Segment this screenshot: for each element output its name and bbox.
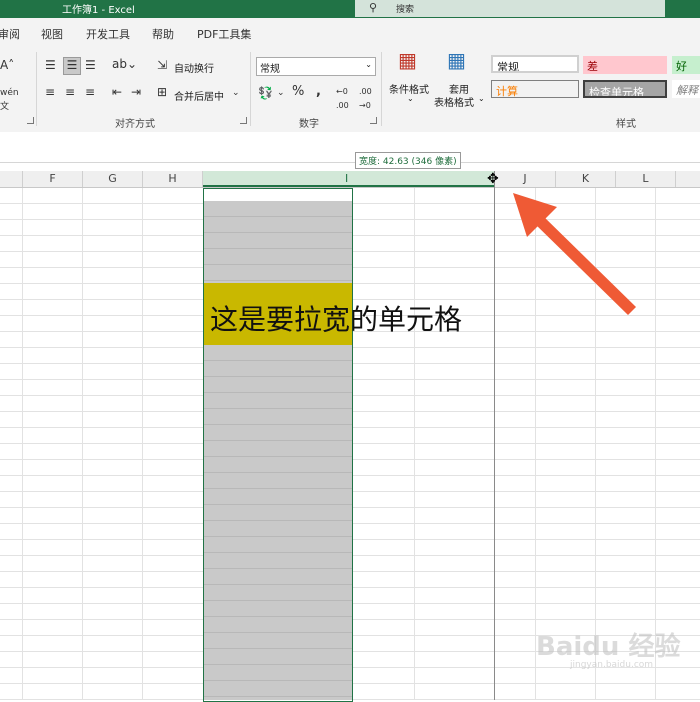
align-right-icon[interactable]: ≡ [85,85,95,99]
gridline [22,188,23,700]
percent-icon[interactable]: % [292,85,304,99]
gridline [535,188,536,700]
tab-developer[interactable]: 开发工具 [86,26,130,42]
cell-style-good[interactable]: 好 [672,56,700,74]
separator [36,52,37,126]
ribbon: A˄ wén 文 ☰ ☰ ☰ ab⌄ ⇲ 自动换行 ≡ ≡ ≡ ⇤ ⇥ ⊞ 合并后… [0,48,700,133]
column-width-tooltip: 宽度: 42.63 (346 像素) [355,152,461,169]
wrap-text-button[interactable]: 自动换行 [174,60,214,75]
chevron-down-icon: ⌄ [365,60,372,69]
wrap-text-icon[interactable]: ⇲ [157,58,167,72]
title-bar: 工作簿1 - Excel ⚲ 搜索 [0,0,700,18]
alignment-launcher-icon[interactable] [240,117,247,124]
resize-cursor-icon: ✥ [487,171,499,187]
baidu-watermark-url: jingyan.baidu.com [570,660,654,670]
number-group-label: 数字 [299,119,319,130]
search-label: 搜索 [396,5,415,15]
cell-style-normal[interactable]: 常规 [491,55,579,73]
search-icon: ⚲ [369,1,378,14]
align-bottom-icon[interactable]: ☰ [85,58,96,72]
chevron-down-icon[interactable]: ⌄ [232,86,240,100]
column-header-i[interactable]: I [203,171,495,187]
cell-style-calculation[interactable]: 计算 [491,80,579,98]
chevron-down-icon: ⌄ [478,94,485,103]
search-box[interactable]: ⚲ 搜索 [355,0,665,17]
merge-center-button[interactable]: 合并后居中 [174,88,224,103]
tab-review[interactable]: 审阅 [0,26,20,42]
separator [381,52,382,126]
chevron-down-icon: ⌄ [407,94,414,103]
font-launcher-icon[interactable] [27,117,34,124]
cell-text: 这是要拉宽的单元格 [210,303,463,336]
alignment-group-label: 对齐方式 [115,119,155,130]
currency-icon[interactable]: 💱 [258,86,273,100]
comma-style-icon[interactable]: , [316,85,321,99]
column-header: F G H I J K L [0,171,700,188]
column-header-f[interactable]: F [23,171,83,187]
phonetic-icon[interactable]: wén 文 [0,86,19,114]
column-header-g[interactable]: G [83,171,143,187]
column-header-k[interactable]: K [556,171,616,187]
orientation-icon[interactable]: ab⌄ [112,57,137,71]
styles-group-label: 样式 [616,119,636,130]
gridline [142,188,143,700]
tab-view[interactable]: 视图 [41,26,63,42]
align-center-icon[interactable]: ≡ [65,85,75,99]
number-format-select[interactable]: 常规 ⌄ [256,57,376,76]
column-header-l[interactable]: L [616,171,676,187]
formula-bar[interactable] [0,132,700,163]
decrease-indent-icon[interactable]: ⇤ [112,85,122,99]
cell-style-explanatory[interactable]: 解释 [672,80,700,98]
decrease-decimal-icon[interactable]: .00 →0 [359,85,372,113]
align-left-icon[interactable]: ≡ [45,85,55,99]
increase-decimal-icon[interactable]: ←0.00 [336,85,349,113]
align-top-icon[interactable]: ☰ [45,58,56,72]
number-format-value: 常规 [260,64,280,75]
chevron-down-icon[interactable]: ⌄ [277,86,285,100]
align-middle-icon[interactable]: ☰ [63,57,81,75]
ribbon-tabs: 审阅 视图 开发工具 帮助 PDF工具集 [0,18,700,48]
table-format-icon: ▦ [447,48,466,72]
gridline [595,188,596,700]
conditional-format-icon: ▦ [398,48,417,72]
increase-indent-icon[interactable]: ⇥ [131,85,141,99]
column-header-j[interactable]: J [495,171,556,187]
separator [250,52,251,126]
cell-style-check-cell[interactable]: 检查单元格 [583,80,667,98]
cell-style-bad[interactable]: 差 [583,56,667,74]
column-header-e[interactable] [0,171,23,187]
merge-center-icon[interactable]: ⊞ [157,85,167,99]
baidu-watermark: Baidu 经验 [536,632,681,662]
gridline [655,188,656,700]
table-format-label-2: 表格格式 [434,98,474,109]
tab-help[interactable]: 帮助 [152,26,174,42]
number-launcher-icon[interactable] [370,117,377,124]
gridline [414,188,415,700]
window-title: 工作簿1 - Excel [62,5,135,16]
gridline [82,188,83,700]
tab-pdf-tools[interactable]: PDF工具集 [197,26,251,42]
font-size-increase-icon[interactable]: A˄ [0,58,14,72]
column-header-h[interactable]: H [143,171,203,187]
column-resize-guide [494,171,495,700]
selection-border [203,188,353,702]
